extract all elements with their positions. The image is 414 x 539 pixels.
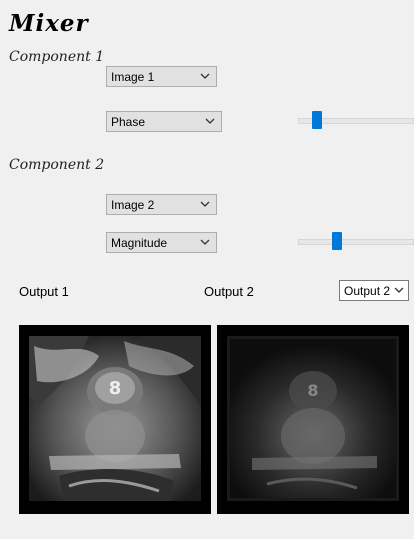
chevron-down-icon bbox=[200, 201, 210, 207]
component-1-label: Component 1 bbox=[9, 49, 105, 65]
output-2-viewport: 8 bbox=[217, 325, 409, 514]
component-2-type-value: Magnitude bbox=[111, 236, 168, 250]
slider-thumb[interactable] bbox=[332, 232, 342, 250]
chevron-down-icon bbox=[200, 73, 210, 79]
component-2-image-select[interactable]: Image 2 bbox=[106, 194, 217, 215]
output-select[interactable]: Output 2 bbox=[339, 280, 409, 301]
component-2-image-value: Image 2 bbox=[111, 198, 155, 212]
svg-text:8: 8 bbox=[109, 378, 122, 399]
component-2-type-select[interactable]: Magnitude bbox=[106, 232, 217, 253]
chevron-down-icon bbox=[205, 118, 215, 124]
mixer-title: Mixer bbox=[9, 10, 89, 37]
svg-text:8: 8 bbox=[307, 381, 318, 400]
slider-track bbox=[298, 239, 414, 245]
output-2-label: Output 2 bbox=[204, 284, 254, 299]
chevron-down-icon bbox=[200, 239, 210, 245]
output-select-value: Output 2 bbox=[344, 284, 391, 298]
component-1-image-value: Image 1 bbox=[111, 70, 155, 84]
output-1-label: Output 1 bbox=[19, 284, 69, 299]
component-1-image-select[interactable]: Image 1 bbox=[106, 66, 217, 87]
component-1-weight-slider[interactable] bbox=[298, 111, 414, 131]
output-2-image: 8 bbox=[227, 336, 399, 501]
output-1-viewport: 8 bbox=[19, 325, 211, 514]
component-2-weight-slider[interactable] bbox=[298, 232, 414, 252]
component-2-label: Component 2 bbox=[9, 157, 105, 173]
output-1-image: 8 bbox=[29, 336, 201, 501]
component-1-type-value: Phase bbox=[111, 115, 146, 129]
chevron-down-icon bbox=[394, 287, 404, 293]
component-1-type-select[interactable]: Phase bbox=[106, 111, 222, 132]
slider-thumb[interactable] bbox=[312, 111, 322, 129]
